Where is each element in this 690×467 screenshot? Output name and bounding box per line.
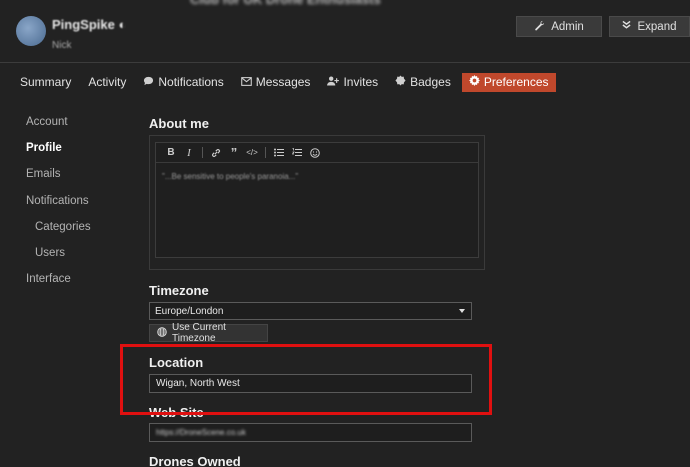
location-value: Wigan, North West	[156, 378, 240, 389]
numbered-list-icon[interactable]	[288, 148, 306, 157]
chevrons-down-icon	[622, 20, 632, 33]
about-me-editor[interactable]: B I ” </> "...Be sensitive to people's p…	[155, 142, 479, 258]
tab-messages[interactable]: Messages	[235, 73, 317, 92]
location-input[interactable]: Wigan, North West	[149, 374, 472, 393]
quote-icon[interactable]: ”	[225, 145, 243, 160]
website-value: https://DroneScene.co.uk	[156, 428, 246, 437]
admin-label: Admin	[551, 20, 584, 33]
timezone-label: Timezone	[149, 283, 209, 298]
tab-badges[interactable]: Badges	[389, 73, 457, 92]
sidebar-item-emails[interactable]: Emails	[26, 168, 61, 180]
tab-preferences[interactable]: Preferences	[461, 72, 556, 92]
username: PingSpike ◐	[52, 17, 127, 32]
user-plus-icon	[327, 75, 340, 89]
gear-icon	[468, 75, 480, 89]
about-me-text: "...Be sensitive to people's paranoia...…	[162, 172, 299, 181]
tab-summary[interactable]: Summary	[14, 73, 77, 92]
profile-tabs: Summary Activity Notifications Messages …	[14, 72, 561, 92]
header-divider	[0, 62, 690, 63]
drones-owned-label: Drones Owned	[149, 454, 241, 467]
globe-icon	[157, 326, 167, 340]
badge-icon	[395, 75, 406, 89]
sidebar-item-account[interactable]: Account	[26, 116, 68, 128]
website-input[interactable]: https://DroneScene.co.uk	[149, 423, 472, 442]
link-icon[interactable]	[207, 148, 225, 158]
use-current-timezone-label: Use Current Timezone	[172, 322, 226, 344]
timezone-select[interactable]: Europe/London	[149, 302, 472, 320]
sidebar-item-interface[interactable]: Interface	[26, 273, 71, 285]
location-label: Location	[149, 355, 204, 370]
sidebar-item-users[interactable]: Users	[35, 247, 65, 259]
page-title: Club for UK Drone Enthusiasts	[190, 0, 510, 8]
toolbar-divider	[265, 147, 266, 158]
expand-label: Expand	[637, 20, 677, 33]
sidebar-item-profile[interactable]: Profile	[26, 142, 62, 154]
sidebar-item-notifications[interactable]: Notifications	[26, 195, 89, 207]
tab-invites[interactable]: Invites	[321, 73, 384, 92]
admin-button[interactable]: Admin	[516, 16, 602, 37]
tab-activity[interactable]: Activity	[82, 73, 132, 92]
wrench-icon	[534, 20, 545, 34]
italic-icon[interactable]: I	[180, 147, 198, 159]
editor-toolbar: B I ” </>	[156, 143, 478, 163]
code-icon[interactable]: </>	[243, 148, 261, 157]
bold-icon[interactable]: B	[162, 147, 180, 158]
comment-icon	[143, 75, 154, 89]
avatar[interactable]	[16, 16, 46, 46]
tab-notifications[interactable]: Notifications	[137, 73, 229, 92]
website-label: Web Site	[149, 405, 204, 420]
toolbar-divider	[202, 147, 203, 158]
user-realname: Nick	[52, 40, 72, 51]
envelope-icon	[240, 75, 252, 89]
bullet-list-icon[interactable]	[270, 148, 288, 157]
moderator-icon: ◐	[118, 17, 127, 32]
timezone-value: Europe/London	[155, 305, 224, 317]
emoji-icon[interactable]	[306, 147, 324, 158]
caret-down-icon	[459, 309, 465, 313]
expand-button[interactable]: Expand	[609, 16, 690, 37]
use-current-timezone-button[interactable]: Use Current Timezone	[149, 322, 268, 344]
sidebar-item-categories[interactable]: Categories	[35, 221, 91, 233]
about-me-label: About me	[149, 116, 209, 131]
